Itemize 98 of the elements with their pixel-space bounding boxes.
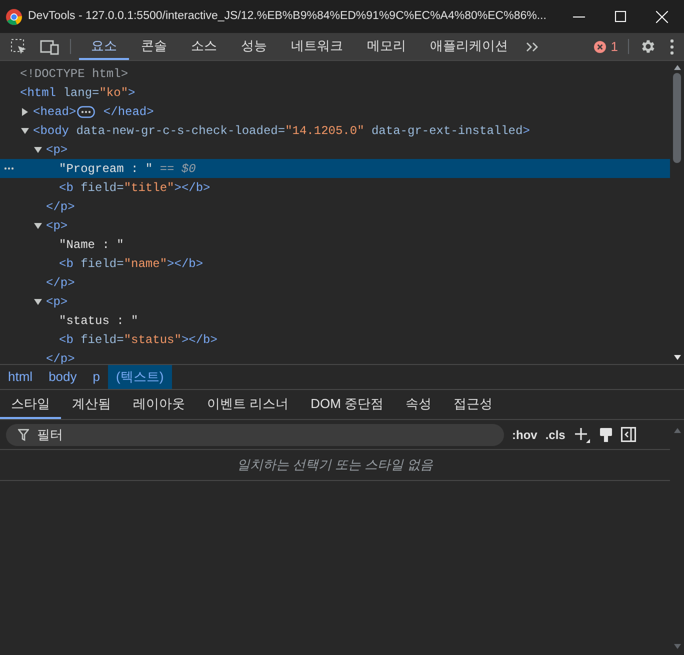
panel-tab[interactable]: 요소: [79, 33, 129, 60]
panel-tab[interactable]: 소스: [179, 33, 229, 60]
dom-tag-token: <b: [59, 332, 74, 348]
sidebar-toggle-icon[interactable]: [621, 427, 636, 442]
panel-tab[interactable]: 콘솔: [129, 33, 179, 60]
collapsed-triangle-icon[interactable]: [21, 108, 29, 116]
dom-text-token: "Progream : ": [59, 160, 153, 178]
breadcrumb[interactable]: html: [0, 365, 41, 389]
scrollbar-thumb[interactable]: [673, 73, 681, 163]
expanded-triangle-icon[interactable]: [34, 146, 42, 154]
styles-tab[interactable]: 스타일: [0, 390, 61, 419]
panel-tab[interactable]: 메모리: [355, 33, 418, 60]
dom-attr-token: field=: [80, 332, 124, 348]
style-toggle-button[interactable]: .cls: [545, 426, 566, 444]
dom-node-row[interactable]: <p>: [0, 292, 670, 311]
dom-node-row[interactable]: <body data-new-gr-c-s-check-loaded="14.1205.0" data-gr-ext-installed>: [0, 121, 670, 140]
dom-node-row[interactable]: </p>: [0, 273, 670, 292]
dom-value-token: "ko": [99, 84, 128, 102]
maximize-icon[interactable]: [615, 11, 626, 22]
dom-attr-token: field=: [80, 256, 124, 272]
dom-node-row[interactable]: "status : ": [0, 311, 670, 330]
dom-tag-token: <b: [59, 180, 74, 196]
paint-brush-icon[interactable]: [599, 426, 614, 442]
style-toggle-button[interactable]: :hov: [512, 426, 538, 444]
styles-tab[interactable]: 속성: [394, 390, 443, 419]
error-count: 1: [610, 38, 618, 56]
styles-tab[interactable]: 이벤트 리스너: [196, 390, 300, 419]
dom-node-row[interactable]: <b field="title"></b>: [0, 178, 670, 197]
expanded-triangle-icon[interactable]: [34, 298, 42, 306]
window-title: DevTools - 127.0.0.1:5500/interactive_JS/12.%EB%B9%84%ED%91%9C%EC%A4%80%EC%86%...: [28, 8, 546, 24]
dom-doctype-token: <!DOCTYPE html>: [20, 66, 128, 82]
add-rule-icon[interactable]: [573, 426, 592, 444]
dom-node-row[interactable]: "Name : ": [0, 235, 670, 254]
dom-tag-token: <body: [33, 122, 70, 140]
dom-tag-token: >: [128, 84, 136, 102]
dom-ref-token: == $0: [158, 160, 196, 178]
breadcrumb[interactable]: body: [40, 365, 85, 389]
dom-attr-token: field=: [80, 180, 124, 196]
dom-tag-token: <p>: [46, 218, 68, 234]
dom-node-row[interactable]: <b field="status"></b>: [0, 330, 670, 349]
collapsed-content-icon[interactable]: [77, 106, 96, 118]
more-icon[interactable]: [4, 167, 14, 170]
dom-node-row[interactable]: <!DOCTYPE html>: [0, 64, 670, 83]
more-options-icon[interactable]: [670, 38, 674, 54]
error-icon[interactable]: [594, 40, 606, 52]
dom-tag-token: <p>: [46, 294, 68, 310]
closing-tag: </p>: [46, 274, 75, 292]
filter-icon: [18, 428, 29, 440]
more-tabs-icon[interactable]: [526, 42, 540, 52]
dom-text-token: "Name : ": [59, 236, 124, 254]
closing-tag: </p>: [46, 198, 75, 216]
dom-tag-token: <html: [20, 84, 56, 102]
empty-styles-message: 일치하는 선택기 또는 스타일 없음: [236, 456, 434, 474]
styles-tab[interactable]: 레이아웃: [122, 390, 196, 419]
styles-tab[interactable]: 접근성: [442, 390, 504, 419]
styles-tab[interactable]: 계산됨: [61, 390, 122, 419]
panel-tab[interactable]: 네트워크: [279, 33, 355, 60]
dom-node-row[interactable]: <html lang="ko">: [0, 83, 670, 102]
dom-tag-token: <head>: [33, 104, 76, 120]
dom-tag-token: <b: [59, 256, 74, 272]
dom-text-token: "status : ": [59, 312, 138, 330]
dom-value-token: "name": [124, 256, 168, 272]
dom-attr-token: lang=: [62, 84, 100, 102]
dom-tag-token: ></b>: [181, 332, 218, 348]
closing-tag: </p>: [46, 350, 75, 364]
dom-value-token: "14.1205.0": [285, 122, 364, 140]
dom-tag-token: </head>: [102, 104, 154, 120]
dom-node-row[interactable]: "Progream : " == $0: [0, 159, 670, 178]
expanded-triangle-icon[interactable]: [34, 222, 42, 230]
breadcrumb[interactable]: p: [84, 365, 108, 389]
panel-tab[interactable]: 성능: [229, 33, 279, 60]
scroll-up-icon[interactable]: [674, 428, 680, 433]
dom-attr-token: data-gr-ext-installed: [370, 122, 523, 140]
dom-tag-token: <p>: [46, 142, 68, 158]
styles-tab[interactable]: DOM 중단점: [300, 390, 395, 419]
dom-tag-token: >: [522, 122, 530, 140]
dom-node-row[interactable]: <p>: [0, 216, 670, 235]
dom-tag-token: ></b>: [174, 180, 210, 196]
dom-value-token: "title": [124, 180, 174, 196]
dom-node-row[interactable]: <b field="name"></b>: [0, 254, 670, 273]
dom-tag-token: ></b>: [167, 256, 204, 272]
panel-tab[interactable]: 애플리케이션: [418, 33, 520, 60]
dom-node-row[interactable]: </p>: [0, 349, 670, 364]
minimize-icon[interactable]: [573, 16, 585, 18]
browser-logo-icon: [6, 8, 22, 24]
dom-value-token: "status": [124, 332, 182, 348]
close-icon[interactable]: [656, 10, 668, 22]
device-toolbar-icon[interactable]: [40, 38, 60, 54]
scroll-up-icon[interactable]: [674, 65, 680, 70]
scroll-down-icon[interactable]: [674, 355, 680, 360]
dom-node-row[interactable]: </p>: [0, 197, 670, 216]
dom-attr-token: data-new-gr-c-s-check-loaded=: [75, 122, 286, 140]
select-element-icon[interactable]: [10, 38, 28, 56]
settings-icon[interactable]: [639, 38, 656, 55]
dom-node-row[interactable]: <head> </head>: [0, 102, 670, 121]
expanded-triangle-icon[interactable]: [21, 126, 29, 134]
dom-node-row[interactable]: <p>: [0, 140, 670, 159]
breadcrumb[interactable]: (텍스트): [108, 365, 172, 389]
